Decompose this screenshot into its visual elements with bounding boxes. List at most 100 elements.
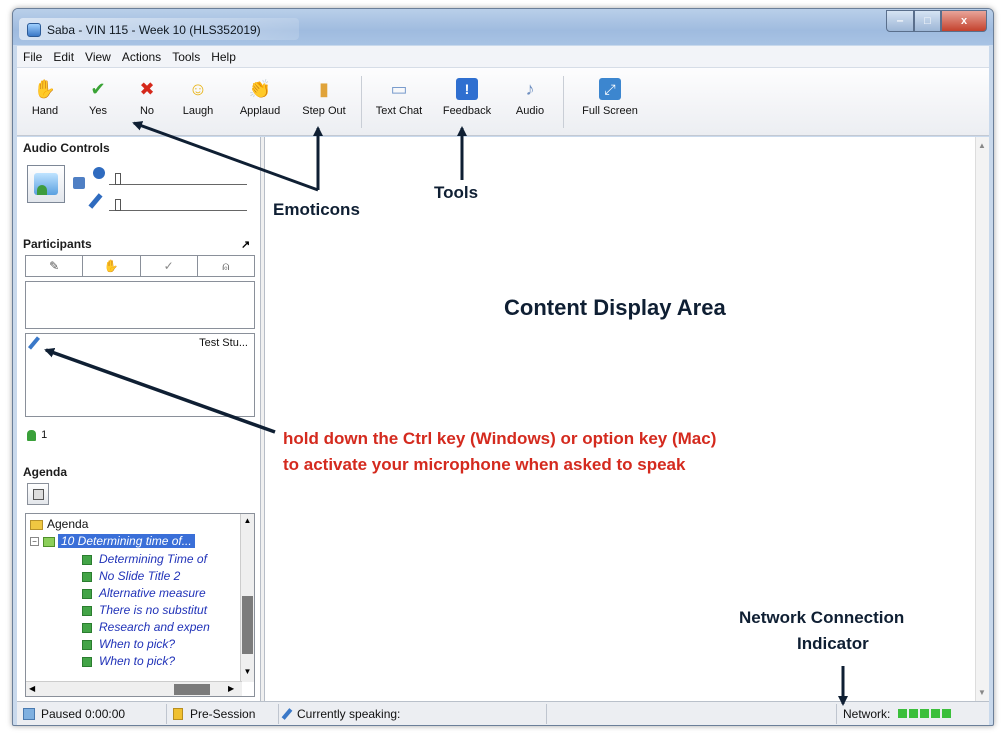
saba-app-icon <box>27 23 41 37</box>
title-bar[interactable]: Saba - VIN 115 - Week 10 (HLS352019) ‒ □… <box>13 9 993 45</box>
speaker-volume-slider[interactable] <box>109 171 247 185</box>
presenter-icon <box>34 173 58 195</box>
full-screen-button[interactable]: ⤢ Full Screen <box>573 76 647 117</box>
content-display-annotation: Content Display Area <box>504 295 726 320</box>
participants-header: Participants <box>23 237 92 251</box>
feedback-button[interactable]: ! Feedback <box>433 76 501 117</box>
talk-button[interactable] <box>27 165 65 203</box>
content-scrollbar[interactable]: ▲ ▼ <box>975 137 989 701</box>
speaking-mic-icon <box>281 707 293 720</box>
panel-splitter[interactable] <box>261 137 265 701</box>
microphone-volume-slider[interactable] <box>109 197 247 211</box>
window-title: Saba - VIN 115 - Week 10 (HLS352019) <box>47 23 261 37</box>
audio-icon: ♪ <box>525 79 535 99</box>
filter-bell-icon[interactable]: ⍝ <box>198 256 254 276</box>
network-bar <box>931 709 941 718</box>
microphone-icon <box>88 193 103 209</box>
network-bar <box>920 709 930 718</box>
laugh-button[interactable]: ☺ Laugh <box>173 76 223 117</box>
text-chat-button[interactable]: ▭ Text Chat <box>365 76 433 117</box>
audio-button[interactable]: ♪ Audio <box>503 76 557 117</box>
menu-view[interactable]: View <box>79 46 116 68</box>
audio-controls-header: Audio Controls <box>23 141 110 155</box>
hand-button[interactable]: ✋ Hand <box>21 76 69 117</box>
laugh-icon: ☺ <box>188 79 208 99</box>
emoticons-annotation: Emoticons <box>273 200 360 219</box>
filter-hand-icon[interactable]: ✋ <box>83 256 141 276</box>
hand-icon: ✋ <box>33 79 57 99</box>
agenda-item[interactable]: There is no substitut <box>82 602 207 618</box>
slide-icon <box>82 656 92 667</box>
network-bar <box>942 709 952 718</box>
filter-check-icon[interactable]: ✓ <box>141 256 198 276</box>
no-button[interactable]: ✖ No <box>127 76 167 117</box>
slide-icon <box>82 554 92 565</box>
folder-open-icon <box>43 536 55 547</box>
participant-name: Test Stu... <box>199 337 248 349</box>
participant-filter-tabs: ✎ ✋ ✓ ⍝ <box>25 255 255 277</box>
slide-icon <box>82 605 92 616</box>
agenda-header: Agenda <box>23 465 68 479</box>
full-screen-icon: ⤢ <box>599 78 621 100</box>
agenda-item[interactable]: No Slide Title 2 <box>82 568 180 584</box>
agenda-item[interactable]: Research and expen <box>82 619 210 635</box>
collapse-icon: − <box>30 537 39 547</box>
agenda-root[interactable]: Agenda <box>30 516 88 532</box>
filter-mic-icon[interactable]: ✎ <box>26 256 84 276</box>
agenda-tree-vscroll[interactable]: ▲ ▼ <box>240 514 254 682</box>
menu-tools[interactable]: Tools <box>166 46 205 68</box>
left-panel: Audio Controls Participants ↗ ✎ ✋ ✓ ⍝ Te… <box>17 137 261 701</box>
session-icon <box>173 707 183 720</box>
network-bar <box>909 709 919 718</box>
slide-icon <box>82 571 92 582</box>
agenda-options-button[interactable] <box>27 483 49 505</box>
active-mic-icon <box>27 336 41 350</box>
microphone-annotation-line1: hold down the Ctrl key (Windows) or opti… <box>283 429 717 448</box>
menu-bar: File Edit View Actions Tools Help <box>17 46 989 68</box>
slide-icon <box>82 588 92 599</box>
microphone-annotation-line2: to activate your microphone when asked t… <box>283 455 686 474</box>
slide-icon <box>82 622 92 633</box>
menu-actions[interactable]: Actions <box>116 46 166 68</box>
agenda-item[interactable]: When to pick? <box>82 653 175 669</box>
speaker-icon <box>93 167 105 179</box>
status-bar: Paused 0:00:00 Pre-Session Currently spe… <box>17 701 989 725</box>
network-bar <box>898 709 908 718</box>
agenda-item[interactable]: Determining Time of <box>82 551 207 567</box>
network-indicator: Network: <box>837 704 989 724</box>
menu-edit[interactable]: Edit <box>47 46 79 68</box>
popout-icon[interactable]: ↗ <box>241 238 250 251</box>
participant-list: Test Stu... <box>25 333 255 417</box>
agenda-item[interactable]: When to pick? <box>82 636 175 652</box>
status-session: Pre-Session <box>167 703 279 724</box>
status-speaking: Currently speaking: <box>279 703 547 724</box>
text-chat-icon: ▭ <box>390 79 408 99</box>
maximize-button[interactable]: □ <box>914 10 941 32</box>
agenda-tree-hscroll[interactable]: ◀ ▶ <box>26 681 242 696</box>
applaud-button[interactable]: 👏 Applaud <box>230 76 290 117</box>
agenda-scroll-thumb[interactable] <box>242 596 253 654</box>
close-button[interactable]: x <box>941 10 987 32</box>
step-out-button[interactable]: ▮ Step Out <box>293 76 355 117</box>
participant-row[interactable]: Test Stu... <box>27 336 252 352</box>
agenda-hscroll-thumb[interactable] <box>174 684 210 695</box>
participant-count: 1 <box>27 429 47 441</box>
checkmark-icon: ✔ <box>90 79 106 99</box>
lock-icon[interactable] <box>73 177 85 189</box>
toolbar: ✋ Hand ✔ Yes ✖ No ☺ Laugh 👏 Applaud ▮ St… <box>17 68 989 136</box>
tools-annotation: Tools <box>434 183 479 202</box>
menu-file[interactable]: File <box>17 46 47 68</box>
step-out-icon: ▮ <box>319 79 329 99</box>
yes-button[interactable]: ✔ Yes <box>77 76 119 117</box>
feedback-icon: ! <box>456 78 478 100</box>
agenda-item[interactable]: Alternative measure <box>82 585 206 601</box>
network-annotation-line2: Indicator <box>797 634 869 653</box>
x-icon: ✖ <box>139 79 155 99</box>
paused-icon <box>23 707 35 720</box>
agenda-tree: ▲ ▼ ◀ ▶ Agenda −10 Determining time of..… <box>25 513 255 697</box>
network-annotation-line1: Network Connection <box>739 608 905 627</box>
agenda-item-selected[interactable]: −10 Determining time of... <box>30 533 195 549</box>
menu-help[interactable]: Help <box>205 46 241 68</box>
minimize-button[interactable]: ‒ <box>886 10 914 32</box>
folder-icon <box>30 519 43 530</box>
